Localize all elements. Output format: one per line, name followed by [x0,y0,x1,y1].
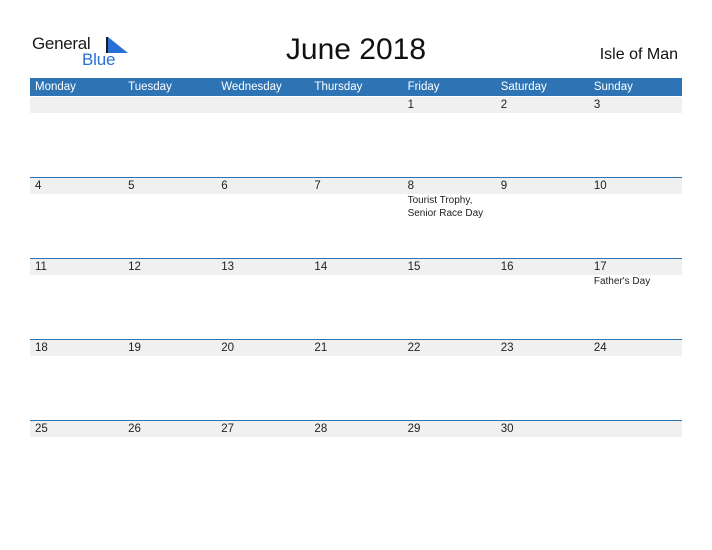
weekday-tuesday: Tuesday [128,81,172,93]
week-row: 11 12 13 14 15 16 17 Father's Day [30,258,682,338]
day-cell [216,96,309,176]
day-number: 27 [221,423,235,435]
day-cell: 20 [216,339,309,419]
day-number: 26 [128,423,141,435]
day-cell: 11 [30,258,123,338]
day-number: 8 [407,180,414,192]
day-cell: 14 [309,258,402,338]
day-cell [589,420,682,500]
day-number: 21 [314,342,328,354]
week-row: 4 5 6 7 8 Tourist Trophy, Senior Race Day 9 10 [30,177,682,257]
day-number: 23 [500,342,514,354]
day-cell: 29 [403,420,496,500]
day-cell [123,96,216,176]
day-cell: 18 [30,339,123,419]
day-number: 22 [407,342,421,354]
day-cell: 2 [496,96,589,176]
day-cell: 4 [30,177,123,257]
weekday-sunday: Sunday [593,81,633,93]
day-number: 30 [500,423,514,435]
day-number: 10 [593,180,607,192]
day-cell: 21 [309,339,402,419]
day-cell: 8 Tourist Trophy, Senior Race Day [403,177,496,257]
weekday-thursday: Thursday [314,81,363,93]
day-number: 17 [593,261,607,273]
day-number: 20 [221,342,235,354]
day-number: 13 [221,261,235,273]
day-number: 14 [314,261,328,273]
day-number: 19 [128,342,141,354]
day-cell: 12 [123,258,216,338]
weekday-saturday: Saturday [500,81,547,93]
day-cell: 5 [123,177,216,257]
day-cell: 10 [589,177,682,257]
day-number: 25 [35,423,48,435]
day-cell: 7 [309,177,402,257]
holiday-event: Father's Day [593,276,651,287]
day-cell: 19 [123,339,216,419]
week-row: 1 2 3 [30,96,682,176]
holiday-event: Tourist Trophy, Senior Race Day [407,195,484,219]
day-number: 18 [35,342,48,354]
day-number: 3 [593,99,601,111]
day-number: 24 [593,342,607,354]
day-number: 2 [500,99,508,111]
day-number: 15 [407,261,421,273]
region-label: Isle of Man [599,46,678,63]
day-number: 1 [407,99,414,111]
day-cell: 28 [309,420,402,500]
day-number: 28 [314,423,328,435]
day-number: 11 [35,261,47,273]
day-cell: 23 [496,339,589,419]
weekday-monday: Monday [35,81,76,93]
day-number: 12 [128,261,141,273]
day-cell: 25 [30,420,123,500]
day-cell [30,96,123,176]
day-cell: 16 [496,258,589,338]
day-cell: 6 [216,177,309,257]
day-number: 9 [500,180,508,192]
day-cell [309,96,402,176]
week-row: 18 19 20 21 22 23 24 [30,339,682,419]
day-cell: 30 [496,420,589,500]
day-cell: 26 [123,420,216,500]
day-cell: 24 [589,339,682,419]
day-cell: 22 [403,339,496,419]
day-cell: 13 [216,258,309,338]
day-cell: 27 [216,420,309,500]
day-cell: 15 [403,258,496,338]
day-number: 29 [407,423,421,435]
day-number: 6 [221,180,228,192]
day-cell: 9 [496,177,589,257]
day-number: 5 [128,180,135,192]
day-cell: 3 [589,96,682,176]
day-cell: 1 [403,96,496,176]
day-number: 7 [314,180,321,192]
week-row: 25 26 27 28 29 30 [30,420,682,500]
day-number: 4 [35,180,42,192]
weekday-wednesday: Wednesday [221,81,282,93]
weekday-friday: Friday [407,81,440,93]
day-cell: 17 Father's Day [589,258,682,338]
day-number: 16 [500,261,514,273]
weekday-header: Monday Tuesday Wednesday Thursday Friday… [30,78,682,96]
